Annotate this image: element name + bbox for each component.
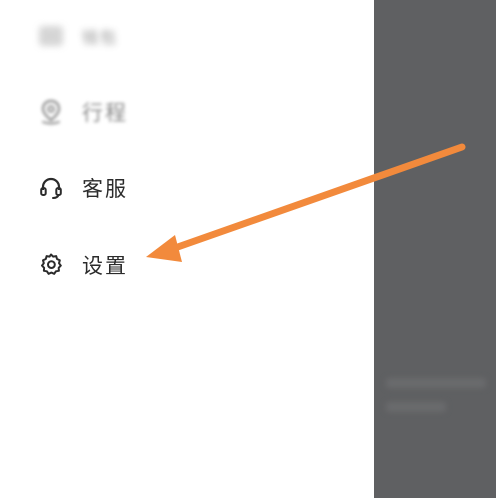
app-screen: 钱包 行程 客服 设置 <box>0 0 496 498</box>
menu-item-label: 行程 <box>82 101 128 125</box>
headset-icon <box>36 173 66 203</box>
gear-icon <box>36 250 66 280</box>
menu-item-wallet[interactable]: 钱包 <box>36 16 118 56</box>
menu-item-settings[interactable]: 设置 <box>36 245 128 285</box>
blurred-background-content <box>386 402 446 412</box>
menu-item-customer-service[interactable]: 客服 <box>36 168 128 208</box>
location-pin-icon <box>36 97 66 127</box>
dimmed-background-overlay[interactable] <box>374 0 496 498</box>
menu-item-label: 钱包 <box>82 28 119 47</box>
menu-item-trips[interactable]: 行程 <box>36 92 128 132</box>
blurred-background-content <box>386 378 486 388</box>
side-drawer: 钱包 行程 客服 设置 <box>0 0 374 498</box>
menu-item-label: 设置 <box>82 254 128 278</box>
wallet-icon <box>36 21 66 51</box>
menu-item-label: 客服 <box>82 177 128 201</box>
